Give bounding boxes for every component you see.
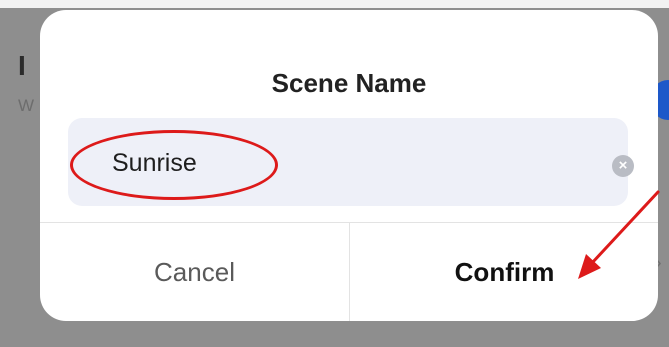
confirm-button[interactable]: Confirm — [350, 223, 658, 321]
scene-name-input[interactable]: Sunrise × — [68, 118, 634, 206]
background-subtitle: W — [18, 96, 35, 115]
clear-icon[interactable]: × — [612, 155, 634, 177]
scene-name-dialog: Scene Name Sunrise × Cancel Confirm — [40, 10, 658, 321]
scene-name-value: Sunrise — [112, 149, 197, 177]
dialog-title: Scene Name — [271, 68, 427, 98]
cancel-button[interactable]: Cancel — [40, 223, 349, 321]
background-top-strip — [0, 0, 669, 8]
background-heading: I — [18, 50, 27, 81]
